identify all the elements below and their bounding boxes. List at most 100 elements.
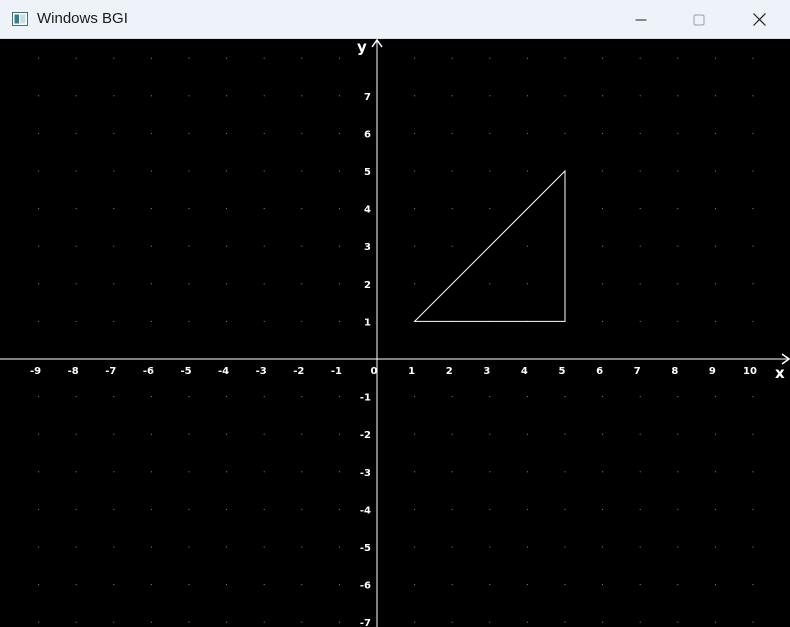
grid-dot [752, 95, 754, 97]
grid-dot [338, 245, 340, 247]
grid-dot [150, 132, 152, 134]
grid-dot [602, 245, 604, 247]
grid-dot [338, 396, 340, 398]
grid-dot [150, 208, 152, 210]
grid-dot [263, 433, 265, 435]
grid-dot [263, 584, 265, 586]
grid-dot [564, 132, 566, 134]
grid-dot [113, 170, 115, 172]
grid-dot [677, 57, 679, 59]
x-tick-label: 7 [634, 366, 641, 377]
grid-dot [526, 283, 528, 285]
grid-dot [526, 95, 528, 97]
x-tick-label: -9 [30, 366, 41, 377]
x-tick-label: -7 [105, 366, 116, 377]
grid-dot [113, 546, 115, 548]
grid-dot [301, 132, 303, 134]
grid-dot [489, 621, 491, 623]
x-tick-label: 2 [446, 366, 453, 377]
grid-dot [752, 320, 754, 322]
grid-dot [714, 95, 716, 97]
grid-dot [226, 621, 228, 623]
x-tick-label: 1 [408, 366, 415, 377]
grid-dot [301, 621, 303, 623]
grid-dot [752, 546, 754, 548]
grid-dot [113, 508, 115, 510]
grid-dot [677, 208, 679, 210]
grid-dot [38, 396, 40, 398]
grid-dot [338, 508, 340, 510]
grid-dot [226, 57, 228, 59]
grid-dot [639, 245, 641, 247]
grid-dot [752, 57, 754, 59]
grid-dot [226, 245, 228, 247]
grid-dot [489, 433, 491, 435]
grid-dot [602, 208, 604, 210]
grid-dot [414, 433, 416, 435]
grid-dot [639, 546, 641, 548]
grid-dot [226, 320, 228, 322]
y-tick-label: -2 [360, 430, 371, 441]
grid-dot [338, 57, 340, 59]
grid-dot [526, 584, 528, 586]
grid-dot [451, 471, 453, 473]
minimize-icon [635, 19, 647, 20]
grid-dot [188, 584, 190, 586]
grid-dot [38, 546, 40, 548]
minimize-button[interactable] [618, 0, 664, 39]
grid-dot [714, 396, 716, 398]
grid-dot [150, 433, 152, 435]
grid-dot [526, 57, 528, 59]
grid-dot [602, 57, 604, 59]
grid-dot [639, 584, 641, 586]
x-axis-label: x [775, 364, 785, 382]
grid-dot [188, 508, 190, 510]
grid-dot [639, 433, 641, 435]
grid-dot [338, 170, 340, 172]
maximize-button[interactable] [676, 0, 722, 39]
grid-dot [451, 584, 453, 586]
grid-dot [489, 584, 491, 586]
grid-dot [188, 245, 190, 247]
y-tick-label: -1 [360, 393, 371, 404]
x-tick-label: 0 [371, 366, 378, 377]
grid-dot [263, 471, 265, 473]
grid-dot [451, 170, 453, 172]
grid-dot [489, 57, 491, 59]
grid-dot [714, 208, 716, 210]
grid-dot [113, 396, 115, 398]
grid-dot [451, 208, 453, 210]
grid-dot [639, 57, 641, 59]
grid-dot [113, 245, 115, 247]
grid-dot [38, 320, 40, 322]
title-bar[interactable]: Windows BGI [0, 0, 790, 39]
grid-dot [414, 95, 416, 97]
close-button[interactable] [736, 0, 782, 39]
grid-dot [602, 621, 604, 623]
grid-dot [75, 621, 77, 623]
grid-dot [489, 471, 491, 473]
grid-dot [150, 546, 152, 548]
grid-dot [564, 471, 566, 473]
grid-dot [226, 170, 228, 172]
grid-dot [714, 283, 716, 285]
grid-dot [75, 546, 77, 548]
grid-dot [752, 208, 754, 210]
grid-dot [113, 283, 115, 285]
grid-dot [677, 132, 679, 134]
grid-dot [526, 170, 528, 172]
grid-dot [602, 471, 604, 473]
bgi-window: Windows BGI -9 -8 -7 -6 -5 -4 -3 -2 -1 0 1 [0, 0, 790, 627]
grid-dot [526, 546, 528, 548]
window-title: Windows BGI [37, 10, 128, 27]
grid-dot [301, 208, 303, 210]
grid-dot [301, 57, 303, 59]
grid-dot [677, 433, 679, 435]
grid-dot [263, 95, 265, 97]
grid-dot [75, 433, 77, 435]
grid-dot [301, 471, 303, 473]
grid-dot [489, 95, 491, 97]
grid-dot [188, 396, 190, 398]
grid-dot [263, 621, 265, 623]
x-tick-label: -3 [256, 366, 267, 377]
